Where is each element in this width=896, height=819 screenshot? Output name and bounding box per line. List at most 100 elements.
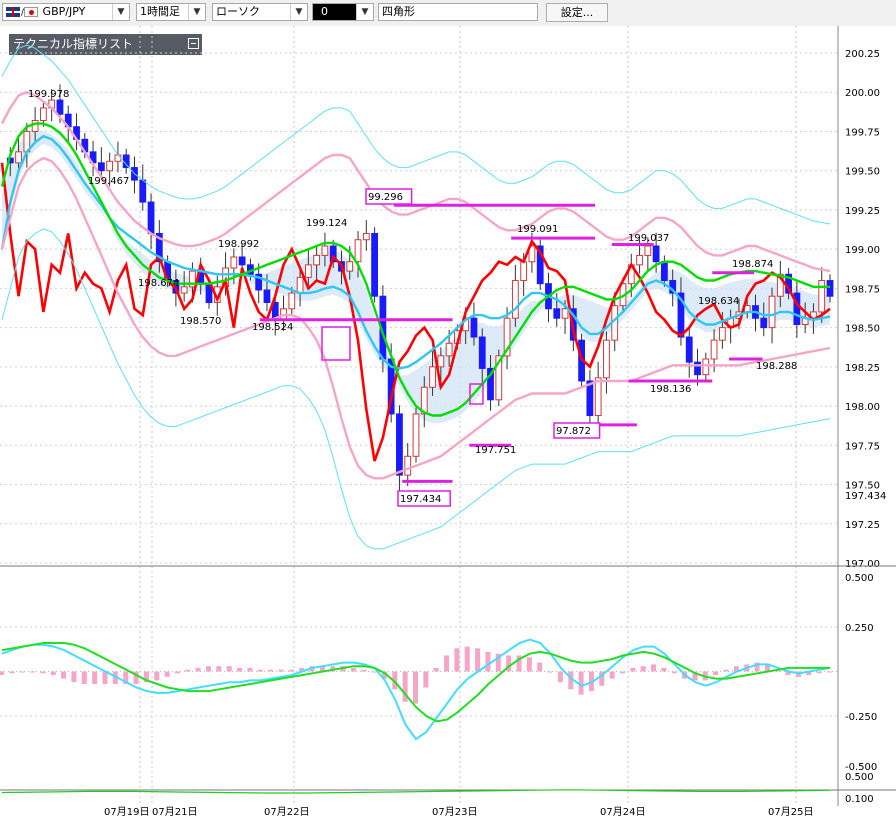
price-label: 198.524 [252, 322, 293, 333]
macd-histogram-bar [413, 671, 418, 704]
candle-body [304, 264, 312, 278]
macd-histogram-bar [671, 671, 677, 674]
candle-body [263, 289, 271, 304]
uk-flag-icon [6, 7, 20, 17]
macd-histogram-bar [547, 671, 553, 673]
price-chart[interactable]: 200.25 200.00 199.75 199.50 199.25 199.00 198.… [0, 26, 896, 819]
candle-body [694, 361, 701, 376]
macd-histogram-bar [92, 671, 98, 684]
price-label: 198.992 [218, 239, 259, 250]
macd-histogram-bar [174, 671, 180, 674]
candle-body [760, 317, 768, 329]
macd-histogram-bar [185, 669, 191, 672]
candle-body [636, 254, 643, 266]
bottom-y-tick-label: 0.500 [845, 772, 874, 783]
settings-button[interactable]: 設定... [546, 3, 608, 22]
y-tick-label: 198.00 [845, 402, 880, 413]
color-select[interactable]: 0 ▼ [312, 3, 374, 21]
macd-histogram-bar [268, 669, 274, 672]
candle-body [644, 245, 652, 256]
macd-histogram-bar [464, 646, 470, 672]
price-label: 198.288 [756, 361, 797, 372]
price-label: 199.978 [28, 89, 69, 100]
macd-histogram-bar [61, 671, 67, 679]
candle-body [139, 179, 147, 203]
shape-field[interactable]: 四角形 [378, 3, 538, 21]
candle-body [296, 276, 304, 294]
shape-label: 四角形 [382, 5, 415, 18]
currency-pair-select[interactable]: / GBP/JPY ▼ [2, 3, 130, 21]
timeframe-select[interactable]: 1時間足 ▼ [136, 3, 206, 21]
macd-histogram-bar [661, 667, 667, 672]
y-tick-label: 197.434 [845, 491, 886, 502]
price-label: 198.674 [138, 278, 179, 289]
candle-body [445, 342, 453, 357]
macd-histogram-bar [640, 666, 646, 672]
y-tick-label: 198.25 [845, 363, 880, 374]
macd-y-tick-label: 0.500 [845, 573, 874, 584]
candle-body [661, 261, 668, 282]
macd-histogram-bar [247, 667, 253, 672]
macd-histogram-bar [9, 671, 15, 674]
macd-histogram-bar [526, 657, 532, 672]
candle-body [429, 366, 436, 388]
candle-body [97, 162, 105, 172]
y-tick-label: 199.50 [845, 167, 880, 178]
candle-body [147, 201, 155, 234]
macd-histogram-bar [651, 664, 657, 672]
candle-body [511, 280, 519, 319]
candle-body [238, 256, 246, 266]
highlight-marker [321, 326, 351, 361]
toolbar: / GBP/JPY ▼ 1時間足 ▼ ローソク ▼ 0 ▼ 四角形 設定... [0, 0, 896, 26]
y-tick-label: 197.50 [845, 481, 880, 492]
macd-y-tick-label: 0.250 [845, 623, 874, 634]
x-tick-label: 07月19日 [104, 806, 149, 818]
jp-flag-icon [24, 7, 39, 17]
macd-histogram-bar [350, 667, 356, 672]
candle-body [354, 239, 362, 263]
macd-y-tick-label: -0.250 [845, 712, 877, 723]
candle-body [122, 154, 130, 169]
chevron-down-icon: ▼ [356, 4, 373, 20]
price-label: 197.751 [475, 445, 516, 456]
macd-histogram-bar [620, 671, 625, 674]
outer-band-line [1, 44, 831, 225]
macd-histogram-bar [19, 671, 25, 673]
x-tick-label: 07月23日 [432, 806, 477, 818]
macd-histogram-bar [50, 671, 56, 676]
macd-histogram-bar [0, 671, 4, 676]
price-label: 97.872 [556, 426, 591, 437]
macd-histogram-bar [102, 671, 108, 684]
macd-histogram-bar [154, 671, 160, 681]
chart-type-select[interactable]: ローソク ▼ [212, 3, 308, 21]
bottom-y-tick-label: 0.100 [845, 794, 874, 805]
macd-histogram-bar [195, 667, 201, 672]
price-label: 198.136 [650, 384, 691, 395]
macd-histogram-bar [164, 671, 170, 677]
price-label: 199.124 [306, 218, 347, 229]
y-tick-label: 198.50 [845, 324, 880, 335]
candle-body [346, 261, 354, 272]
candle-body [478, 336, 486, 369]
macd-histogram-bar [226, 666, 232, 672]
x-tick-label: 07月25日 [768, 806, 813, 818]
candle-body [685, 336, 693, 363]
price-label: 99.296 [368, 192, 403, 203]
macd-histogram-bar [81, 671, 87, 684]
macd-histogram-bar [278, 669, 284, 672]
y-tick-label: 197.00 [845, 559, 880, 570]
macd-histogram-bar [216, 666, 222, 672]
timeframe-label: 1時間足 [140, 5, 180, 18]
candle-body [288, 292, 296, 310]
candle-body [603, 339, 610, 379]
price-label: 198.634 [698, 296, 739, 307]
candle-body [31, 119, 39, 132]
candle-body [586, 380, 594, 416]
candle-body [321, 245, 329, 256]
candle-body [553, 308, 561, 319]
macd-histogram-bar [257, 669, 263, 672]
x-tick-label: 07月24日 [600, 806, 645, 818]
candle-body [362, 232, 370, 241]
price-label: 199.467 [88, 176, 129, 187]
macd-histogram-bar [827, 671, 832, 673]
